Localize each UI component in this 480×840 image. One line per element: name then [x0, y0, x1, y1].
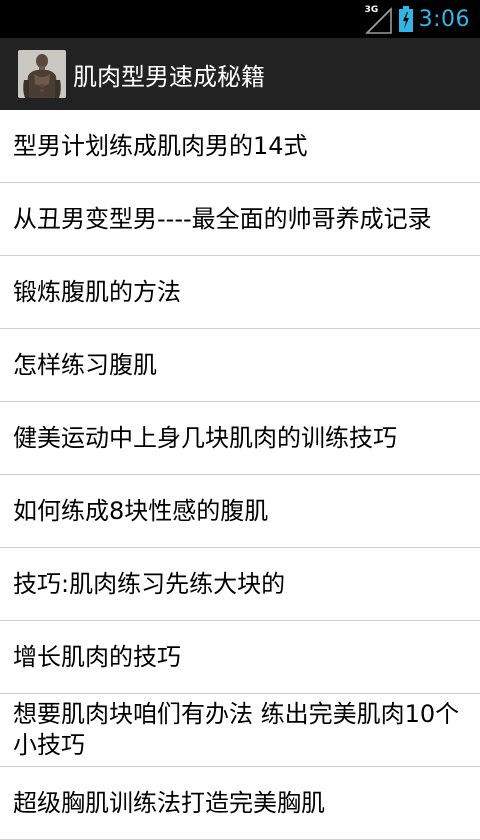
article-list: 型男计划练成肌肉男的14式 从丑男变型男----最全面的帅哥养成记录 锻炼腹肌的… — [0, 110, 480, 840]
signal-icon: 3G — [365, 4, 393, 34]
list-item-title: 增长肌肉的技巧 — [13, 642, 181, 671]
list-item[interactable]: 技巧:肌肉练习先练大块的 — [0, 548, 480, 621]
list-item-title: 从丑男变型男----最全面的帅哥养成记录 — [13, 204, 432, 233]
list-item[interactable]: 超级胸肌训练法打造完美胸肌 — [0, 767, 480, 840]
status-bar: 3G 3:06 — [0, 0, 480, 38]
list-item-title: 锻炼腹肌的方法 — [13, 277, 181, 306]
list-item-title: 想要肌肉块咱们有办法 练出完美肌肉10个小技巧 — [13, 700, 460, 759]
clock: 3:06 — [418, 6, 470, 32]
list-item[interactable]: 从丑男变型男----最全面的帅哥养成记录 — [0, 183, 480, 256]
list-item[interactable]: 健美运动中上身几块肌肉的训练技巧 — [0, 402, 480, 475]
status-icons: 3G 3:06 — [365, 0, 470, 38]
list-item[interactable]: 想要肌肉块咱们有办法 练出完美肌肉10个小技巧 — [0, 694, 480, 767]
list-item-title: 怎样练习腹肌 — [13, 350, 157, 379]
list-item-title: 型男计划练成肌肉男的14式 — [13, 131, 308, 160]
list-item[interactable]: 增长肌肉的技巧 — [0, 621, 480, 694]
network-type-label: 3G — [364, 5, 379, 15]
list-item[interactable]: 型男计划练成肌肉男的14式 — [0, 110, 480, 183]
list-item[interactable]: 怎样练习腹肌 — [0, 329, 480, 402]
list-item-title: 超级胸肌训练法打造完美胸肌 — [13, 788, 325, 817]
list-item-title: 如何练成8块性感的腹肌 — [13, 496, 269, 525]
list-item[interactable]: 锻炼腹肌的方法 — [0, 256, 480, 329]
battery-icon — [398, 6, 413, 32]
list-item-title: 健美运动中上身几块肌肉的训练技巧 — [13, 423, 397, 452]
list-item-title: 技巧:肌肉练习先练大块的 — [13, 569, 286, 598]
list-item[interactable]: 如何练成8块性感的腹肌 — [0, 475, 480, 548]
app-icon-muscle-man[interactable] — [18, 50, 66, 98]
action-bar: 肌肉型男速成秘籍 — [0, 38, 480, 113]
app-title: 肌肉型男速成秘籍 — [73, 62, 265, 91]
